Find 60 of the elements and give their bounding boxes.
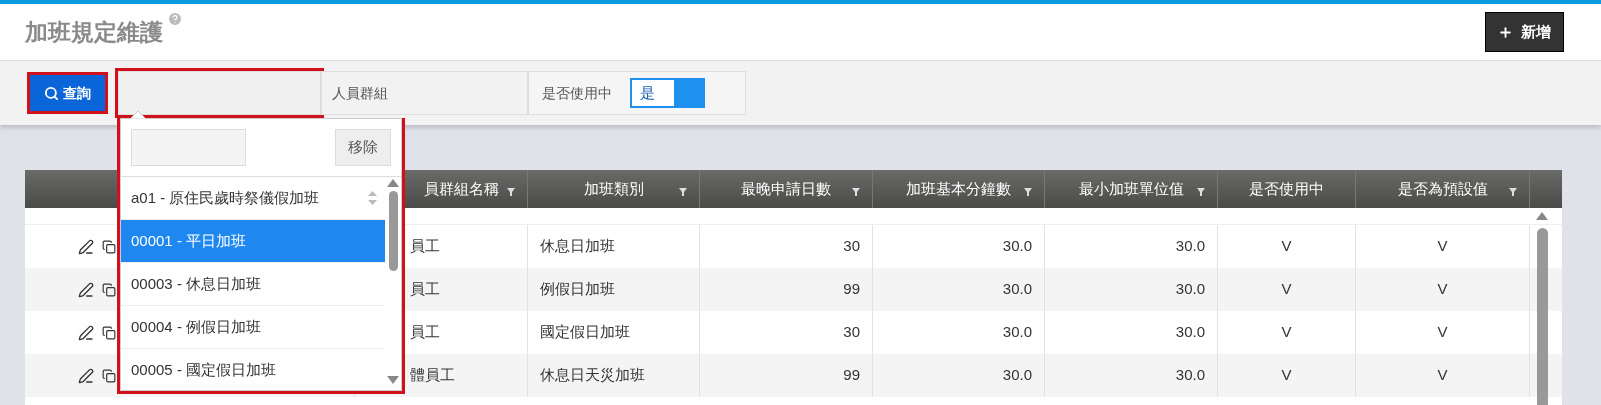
table-cell-text: 30.0 <box>1002 322 1032 343</box>
table-cell-text: V <box>1281 322 1292 343</box>
search-field[interactable] <box>131 129 246 166</box>
table-cell-text: 30.0 <box>1002 279 1032 300</box>
table-cell-text: 99 <box>843 279 860 300</box>
field-label: 是否使用中 <box>542 83 612 103</box>
table-cell-text: V <box>1437 236 1448 257</box>
sort-icon <box>368 191 377 205</box>
scroll-down-icon[interactable] <box>387 376 399 384</box>
table-cell-text: 30 <box>843 322 860 343</box>
field-label: 人員群組 <box>321 71 528 115</box>
table-cell-text: V <box>1281 236 1292 257</box>
table-cell-text: V <box>1281 279 1292 300</box>
table-cell-text: 員工 <box>410 279 440 300</box>
query-button[interactable]: 查詢 <box>27 72 108 114</box>
filter-icon[interactable] <box>1509 188 1517 196</box>
table-cell-text: 例假日加班 <box>540 279 615 300</box>
scrollbar-thumb[interactable] <box>1536 228 1548 405</box>
filter-icon[interactable] <box>1024 188 1032 196</box>
table-cell-text: V <box>1437 322 1448 343</box>
copy-icon[interactable] <box>102 325 116 340</box>
page-title: 加班規定維護 <box>25 17 163 47</box>
filter-icon[interactable] <box>507 188 515 196</box>
table-cell-text: V <box>1281 365 1292 386</box>
table-cell-text: V <box>1437 279 1448 300</box>
table-cell-text: 休息日天災加班 <box>540 365 645 386</box>
add-button[interactable]: 新增 <box>1485 12 1564 52</box>
edit-icon[interactable] <box>78 238 94 255</box>
toggle-switch[interactable]: 是 <box>630 78 705 108</box>
filter-icon[interactable] <box>679 188 687 196</box>
filter-icon[interactable] <box>1197 188 1205 196</box>
search-icon <box>44 85 59 101</box>
plus-icon <box>1498 24 1513 40</box>
edit-icon[interactable] <box>78 367 94 384</box>
table-cell-text: 休息日加班 <box>540 236 615 257</box>
select-field[interactable] <box>118 71 321 115</box>
copy-icon[interactable] <box>102 368 116 383</box>
table-cell-text: 30.0 <box>1175 236 1205 257</box>
table-cell-text: 員工 <box>410 322 440 343</box>
scroll-up-icon[interactable] <box>1536 212 1548 220</box>
remove-button[interactable]: 移除 <box>335 129 391 166</box>
table-cell-text: V <box>1437 365 1448 386</box>
table-cell-text: 員工 <box>410 236 440 257</box>
dropdown-option[interactable]: 00001 - 平日加班 <box>121 220 385 263</box>
table-cell-text: 99 <box>843 365 860 386</box>
table-cell-text: 30.0 <box>1175 322 1205 343</box>
copy-icon[interactable] <box>102 239 116 254</box>
edit-icon[interactable] <box>78 324 94 341</box>
table-cell-text: 30.0 <box>1002 365 1032 386</box>
table-cell-text: 國定假日加班 <box>540 322 630 343</box>
filter-icon[interactable] <box>852 188 860 196</box>
edit-icon[interactable] <box>78 281 94 298</box>
table-cell-text: 30 <box>843 236 860 257</box>
table-cell-text: 體員工 <box>410 365 455 386</box>
scroll-up-icon[interactable] <box>387 179 399 187</box>
scrollbar-thumb[interactable] <box>388 191 398 271</box>
table-cell-text: 30.0 <box>1175 279 1205 300</box>
table-cell-text: 30.0 <box>1175 365 1205 386</box>
table-cell-text: 30.0 <box>1002 236 1032 257</box>
copy-icon[interactable] <box>102 282 116 297</box>
